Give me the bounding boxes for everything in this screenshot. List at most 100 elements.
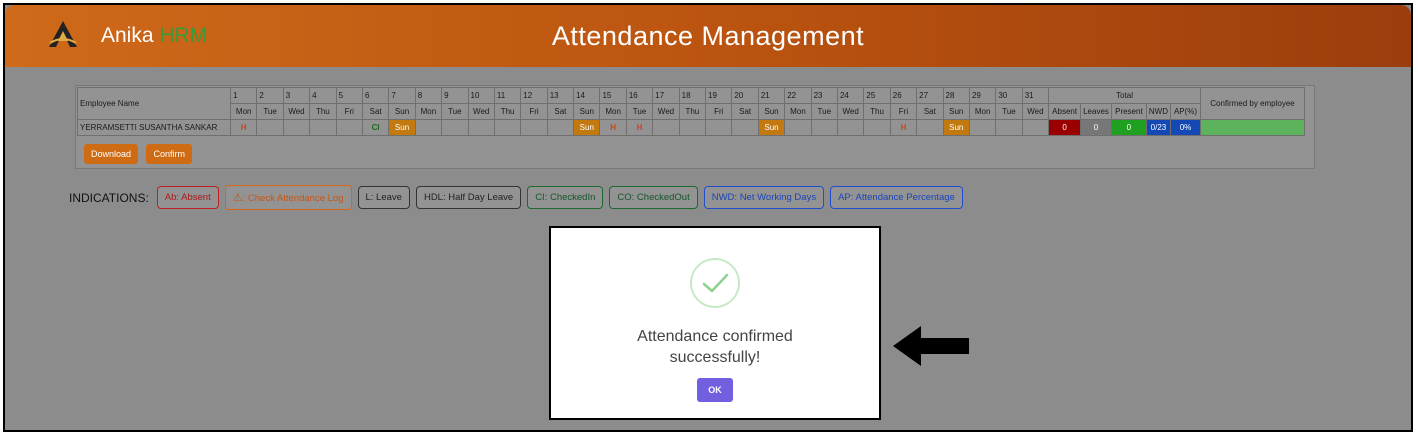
day-number-header: 1: [229, 87, 258, 104]
indication-6: NWD: Net Working Days: [703, 186, 825, 209]
day-number-header: 16: [625, 87, 654, 104]
weekday-header: Mon: [599, 103, 627, 120]
day-number-header: 27: [916, 87, 944, 104]
total-column-header: NWD: [1145, 103, 1172, 120]
total-column-header: Leaves: [1080, 103, 1112, 120]
day-cell: [784, 119, 812, 136]
day-cell: [282, 119, 311, 136]
day-number-header: 30: [995, 87, 1023, 104]
absent-count: 0: [1048, 119, 1082, 136]
total-header: Total: [1048, 87, 1202, 104]
indication-text: CO: CheckedOut: [617, 192, 690, 203]
day-number-header: 14: [573, 87, 601, 104]
employee-name-header: Employee Name: [77, 87, 231, 120]
weekday-header: Sat: [546, 103, 575, 120]
success-dialog: Attendance confirmed successfully! OK: [549, 226, 881, 420]
weekday-header: Tue: [441, 103, 469, 120]
indication-text: L: Leave: [365, 192, 402, 203]
day-number-header: 28: [942, 87, 970, 104]
day-number-header: 20: [731, 87, 759, 104]
day-number-header: 11: [493, 87, 522, 104]
day-cell: H: [229, 119, 258, 136]
action-buttons: Download Confirm: [84, 144, 196, 164]
day-cell: CI: [361, 119, 390, 136]
day-cell: [836, 119, 865, 136]
weekday-header: Tue: [995, 103, 1023, 120]
indication-0: Ab: Absent: [156, 186, 219, 209]
app-window: Anika HRM Attendance Management Employee…: [3, 3, 1413, 432]
day-cell: [863, 119, 891, 136]
confirm-button[interactable]: Confirm: [146, 144, 192, 164]
weekday-header: Fri: [889, 103, 918, 120]
weekday-header: Sun: [388, 103, 416, 120]
table-row: YERRAMSETTI SUSANTHA SANKAR H CI Sun Sun H H Su…: [77, 119, 1306, 136]
day-cell: [493, 119, 522, 136]
indications-label: INDICATIONS:: [69, 190, 149, 205]
weekday-header: Wed: [282, 103, 311, 120]
indication-7: AP: Attendance Percentage: [830, 186, 963, 209]
day-number-header: 5: [335, 87, 363, 104]
indication-text: HDL: Half Day Leave: [423, 192, 514, 203]
day-number-header: 22: [784, 87, 812, 104]
weekday-header: Tue: [625, 103, 654, 120]
left-arrow-icon: [893, 326, 969, 366]
total-column-header: Absent: [1048, 103, 1082, 120]
day-cell: [810, 119, 838, 136]
indication-text: NWD: Net Working Days: [711, 192, 817, 203]
weekday-header: Sun: [942, 103, 970, 120]
weekday-header: Thu: [309, 103, 337, 120]
day-cell: [731, 119, 759, 136]
download-button[interactable]: Download: [84, 144, 139, 164]
day-cell: Sun: [573, 119, 601, 136]
day-number-header: 10: [467, 87, 495, 104]
weekday-header: Tue: [256, 103, 284, 120]
indication-text: AP: Attendance Percentage: [838, 192, 955, 203]
indication-text: Ab: Absent: [164, 192, 211, 203]
confirmed-status: [1200, 119, 1306, 136]
attendance-panel: Employee Name 1 2 3 4 5 6 7 8 9 10 11 12 13 14 15 16 17 18…: [75, 85, 1315, 169]
day-number-header: 8: [414, 87, 443, 104]
day-number-header: 29: [968, 87, 997, 104]
weekday-header: Sun: [573, 103, 601, 120]
day-cell: [546, 119, 575, 136]
day-cell: Sun: [942, 119, 970, 136]
weekday-header: Wed: [1021, 103, 1050, 120]
day-cell: [335, 119, 363, 136]
day-cell: [441, 119, 469, 136]
ok-button[interactable]: OK: [697, 378, 733, 402]
weekday-header: Wed: [652, 103, 680, 120]
page-title: Attendance Management: [551, 21, 865, 51]
indication-5: CO: CheckedOut: [609, 186, 698, 209]
dialog-message: Attendance confirmed successfully!: [637, 328, 793, 366]
day-cell: H: [599, 119, 627, 136]
leaves-count: 0: [1080, 119, 1112, 136]
day-cell: H: [889, 119, 918, 136]
day-number-header: 9: [441, 87, 469, 104]
day-cell: [467, 119, 495, 136]
weekday-header: Mon: [968, 103, 997, 120]
day-cell: Sun: [757, 119, 786, 136]
day-cell: [995, 119, 1023, 136]
nwd-value: 0/23: [1145, 119, 1172, 136]
day-number-header: 23: [810, 87, 838, 104]
table-header-days: Employee Name 1 2 3 4 5 6 7 8 9 10 11 12 13 14 15 16 17 18…: [77, 87, 1306, 120]
weekday-header: Sun: [757, 103, 786, 120]
day-cell: [678, 119, 707, 136]
weekday-header: Wed: [836, 103, 865, 120]
present-count: 0: [1110, 119, 1147, 136]
warning-icon: ⚠: [232, 192, 243, 204]
dialog-body: Attendance confirmed successfully! OK: [555, 232, 875, 414]
indications-bar: INDICATIONS: Ab: Absent ⚠: Check Attendan…: [69, 185, 969, 210]
day-cell: [652, 119, 680, 136]
weekday-header: Mon: [229, 103, 258, 120]
day-cell: [1021, 119, 1050, 136]
day-cell: [968, 119, 997, 136]
weekday-header: Thu: [678, 103, 707, 120]
day-number-header: 31: [1021, 87, 1050, 104]
day-cell: [705, 119, 733, 136]
indication-1: ⚠: Check Attendance Log: [224, 185, 352, 210]
weekday-header: Wed: [467, 103, 495, 120]
app-header: Anika HRM Attendance Management: [5, 5, 1411, 67]
weekday-header: Mon: [784, 103, 812, 120]
day-cell: [256, 119, 284, 136]
